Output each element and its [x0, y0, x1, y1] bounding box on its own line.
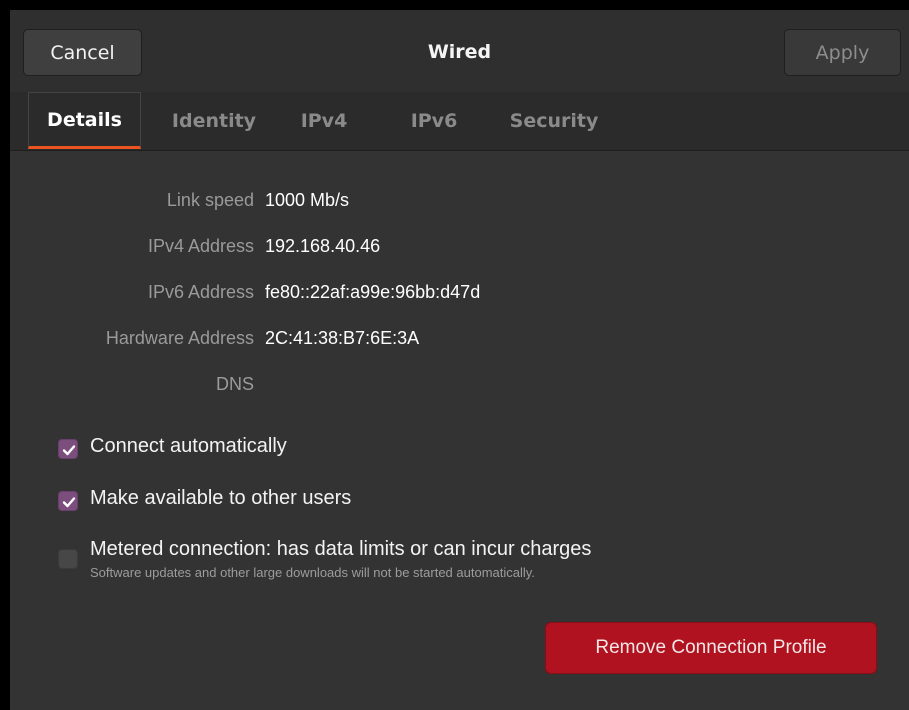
ipv4-row: IPv4 Address 192.168.40.46 — [10, 231, 909, 261]
dns-label: DNS — [215, 374, 254, 394]
ipv6-row: IPv6 Address fe80::22af:a99e:96bb:d47d — [10, 277, 909, 307]
ipv6-label: IPv6 Address — [147, 282, 254, 302]
metered-connection-label[interactable]: Metered connection: has data limits or c… — [90, 538, 591, 561]
checkmark-icon — [62, 445, 76, 456]
hardware-address-row: Hardware Address 2C:41:38:B7:6E:3A — [10, 323, 909, 353]
tab-details[interactable]: Details — [28, 92, 141, 149]
hardware-address-value: 2C:41:38:B7:6E:3A — [265, 328, 420, 348]
ipv6-value: fe80::22af:a99e:96bb:d47d — [265, 282, 481, 302]
tab-identity[interactable]: Identity — [159, 92, 269, 149]
connect-automatically-checkbox[interactable] — [58, 439, 78, 459]
ipv4-value: 192.168.40.46 — [265, 236, 381, 256]
screen-frame: Cancel Wired Apply Details Identity IPv4… — [0, 0, 909, 710]
header-bar: Cancel Wired Apply — [10, 10, 909, 92]
available-to-other-users-label[interactable]: Make available to other users — [90, 487, 351, 510]
metered-connection-description: Software updates and other large downloa… — [90, 565, 535, 580]
connect-automatically-label[interactable]: Connect automatically — [90, 435, 287, 458]
tab-ipv4[interactable]: IPv4 — [283, 92, 365, 149]
link-speed-value: 1000 Mb/s — [265, 190, 350, 210]
metered-connection-checkbox[interactable] — [58, 549, 78, 569]
ipv4-label: IPv4 Address — [147, 236, 254, 256]
hardware-address-label: Hardware Address — [105, 328, 254, 348]
dialog-title: Wired — [427, 41, 492, 63]
link-speed-row: Link speed 1000 Mb/s — [10, 185, 909, 215]
apply-button[interactable]: Apply — [784, 29, 901, 76]
dns-row: DNS — [10, 369, 909, 399]
tab-security[interactable]: Security — [494, 92, 614, 149]
tab-ipv6[interactable]: IPv6 — [393, 92, 475, 149]
remove-connection-profile-button[interactable]: Remove Connection Profile — [545, 622, 877, 674]
tab-bar: Details Identity IPv4 IPv6 Security — [10, 92, 909, 151]
link-speed-label: Link speed — [166, 190, 254, 210]
checkmark-icon — [62, 497, 76, 508]
available-to-other-users-checkbox[interactable] — [58, 491, 78, 511]
wired-settings-dialog: Cancel Wired Apply Details Identity IPv4… — [10, 10, 909, 710]
